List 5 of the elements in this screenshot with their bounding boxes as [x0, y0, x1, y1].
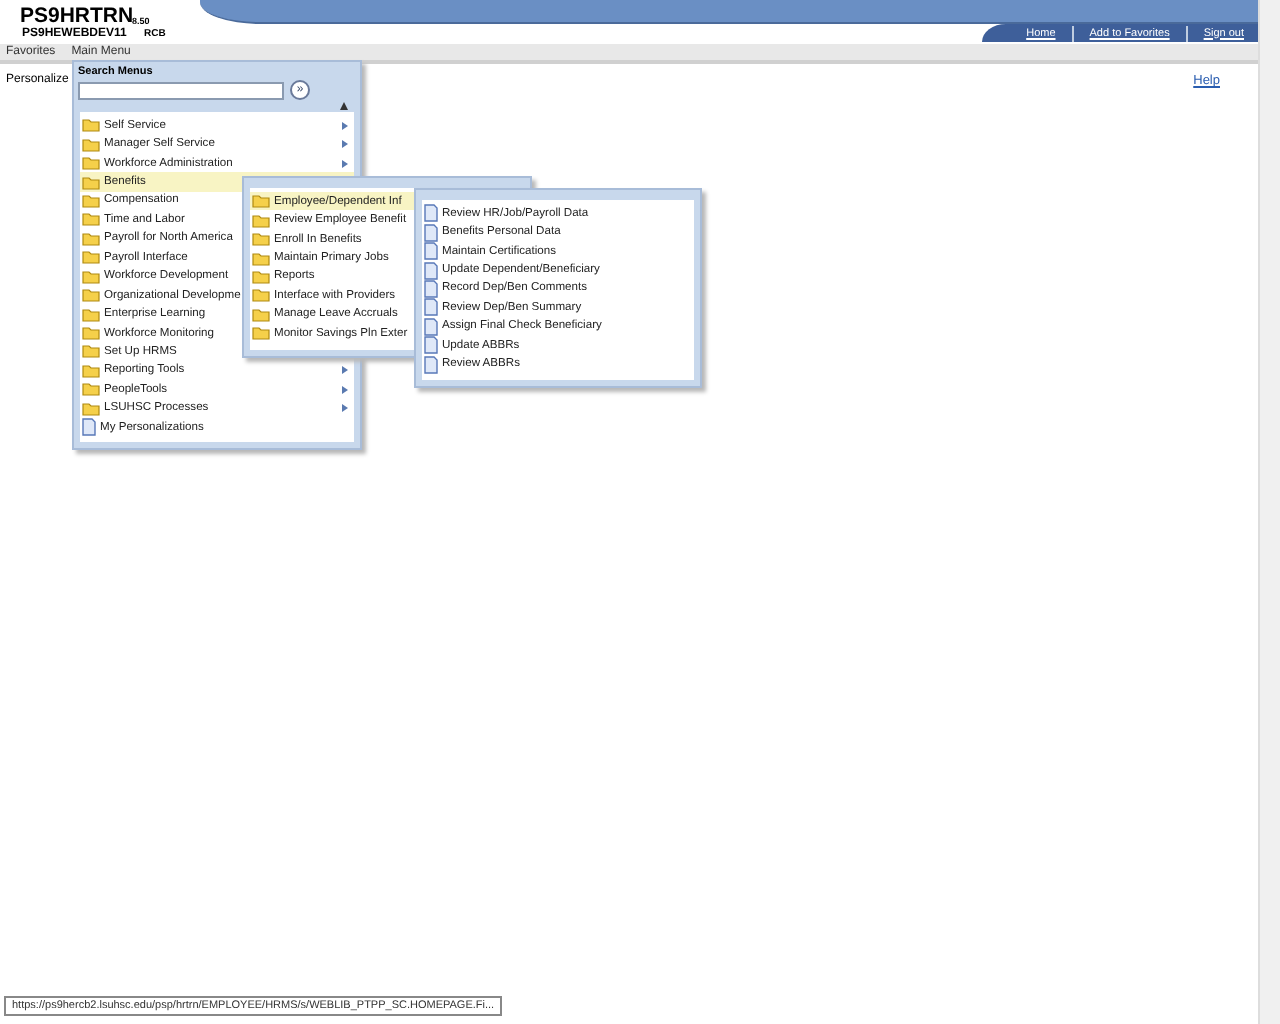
- scroll-up-icon[interactable]: [340, 102, 348, 110]
- scrollbar[interactable]: [1258, 0, 1280, 1024]
- search-field[interactable]: [78, 81, 284, 99]
- app-title: PS9HRTRN: [20, 6, 134, 28]
- document-icon: [82, 418, 96, 437]
